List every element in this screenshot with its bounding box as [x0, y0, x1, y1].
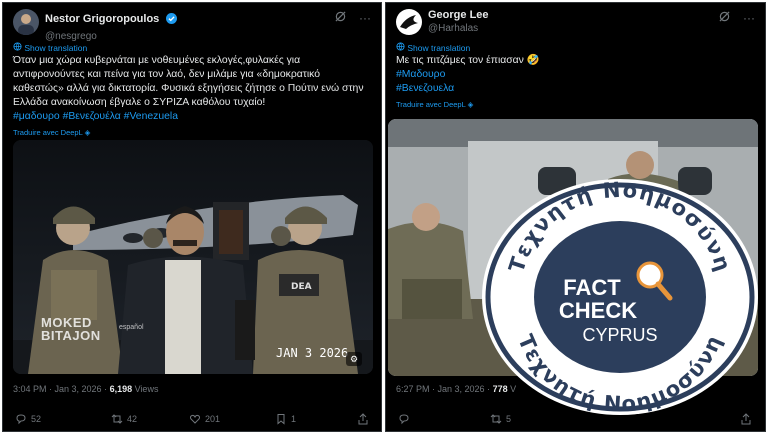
- share-button[interactable]: [357, 413, 369, 425]
- bookmark-icon: [277, 414, 285, 425]
- show-translation-link[interactable]: Show translation: [13, 42, 87, 53]
- tweet-meta: 3:04 PM · Jan 3, 2026 · 6,198 Views: [13, 384, 158, 394]
- watermark-logo: MOKED BITAJON: [41, 315, 101, 343]
- hashtag-2[interactable]: #Βενεζουελα: [396, 82, 755, 96]
- user-handle[interactable]: @Harhalas: [428, 23, 489, 34]
- share-icon: [358, 413, 368, 425]
- tweet-text: Όταν μια χώρα κυβερνάται με νοθευμένες ε…: [13, 55, 364, 108]
- globe-icon: [13, 42, 24, 53]
- badge-fact: FACT: [563, 275, 621, 300]
- repost-icon: [111, 414, 123, 424]
- avatar[interactable]: [13, 9, 39, 35]
- tweet-text-block: Όταν μια χώρα κυβερνάται με νοθευμένες ε…: [13, 54, 371, 140]
- deepl-label[interactable]: Traduire avec DeepL: [13, 128, 82, 137]
- views-label: Views: [132, 384, 159, 394]
- show-translation-label[interactable]: Show translation: [24, 43, 87, 53]
- tweet-card-1[interactable]: Nestor Grigoropoulos @nesgrego ··· Show …: [2, 2, 382, 432]
- avatar[interactable]: [396, 9, 422, 35]
- heart-icon: [189, 414, 201, 424]
- verified-badge-icon: [165, 11, 177, 29]
- deepl-icon: ◈: [84, 128, 91, 137]
- hashtags[interactable]: #μαδουρο #Βενεζουέλα #Venezuela: [13, 110, 371, 124]
- reply-icon: [16, 414, 26, 425]
- hashtag-1[interactable]: #Μαδουρο: [396, 68, 755, 82]
- tweet-header: Nestor Grigoropoulos @nesgrego ···: [13, 9, 371, 42]
- badge-check: CHECK: [559, 298, 637, 323]
- badge-cyprus: CYPRUS: [582, 325, 657, 345]
- more-options-icon[interactable]: ···: [743, 11, 755, 25]
- show-translation-link[interactable]: Show translation: [396, 42, 470, 53]
- globe-icon: [396, 42, 407, 53]
- user-handle[interactable]: @nesgrego: [45, 31, 177, 42]
- timestamp[interactable]: 6:27 PM · Jan 3, 2026 ·: [396, 384, 493, 394]
- date-stamp: JAN 3 2026: [276, 346, 349, 360]
- translate-deepl-link[interactable]: Traduire avec DeepL ◈: [396, 98, 755, 112]
- repost-button[interactable]: 42: [111, 413, 137, 425]
- tweet-text-block: Με τις πιτζάμες τον έπιασαν 🤣 #Μαδουρο #…: [396, 54, 755, 112]
- view-count: 6,198: [109, 384, 133, 394]
- tweet-photo[interactable]: DEA MOKED BITAJON español JAN 3 2026 ⚙: [13, 140, 373, 374]
- translate-deepl-link[interactable]: Traduire avec DeepL ◈: [13, 126, 371, 140]
- reply-button[interactable]: [398, 413, 410, 425]
- show-translation-label[interactable]: Show translation: [407, 43, 470, 53]
- deepl-label[interactable]: Traduire avec DeepL: [396, 100, 465, 109]
- timestamp[interactable]: 3:04 PM · Jan 3, 2026 ·: [13, 384, 110, 394]
- grok-icon[interactable]: [719, 11, 730, 25]
- action-bar: 52 42 201 1: [13, 413, 371, 429]
- more-options-icon[interactable]: ···: [359, 11, 371, 25]
- deepl-icon: ◈: [467, 100, 474, 109]
- tweet-text: Με τις πιτζάμες τον έπιασαν 🤣: [396, 55, 540, 66]
- fact-check-cyprus-badge: Τεχνητή Νοημοσύνη Τεχνητή Νοημοσύνη FACT…: [480, 177, 760, 417]
- watermark-small: español: [119, 324, 144, 331]
- bookmark-button[interactable]: 1: [275, 413, 296, 425]
- like-count: 201: [205, 414, 221, 424]
- badge-graphic: Τεχνητή Νοημοσύνη Τεχνητή Νοημοσύνη FACT…: [482, 178, 758, 416]
- reply-button[interactable]: 52: [15, 413, 41, 425]
- grok-icon[interactable]: [335, 11, 346, 25]
- like-button[interactable]: 201: [189, 413, 220, 425]
- reply-count: 52: [31, 414, 42, 424]
- reply-icon: [399, 414, 409, 425]
- tweet-header: George Lee @Harhalas ···: [396, 9, 755, 37]
- display-name[interactable]: Nestor Grigoropoulos: [45, 13, 159, 25]
- repost-count: 42: [127, 414, 138, 424]
- media-options-icon[interactable]: ⚙: [346, 352, 362, 366]
- bookmark-count: 1: [291, 414, 297, 424]
- display-name[interactable]: George Lee: [428, 9, 489, 21]
- svg-text:DEA: DEA: [291, 282, 312, 292]
